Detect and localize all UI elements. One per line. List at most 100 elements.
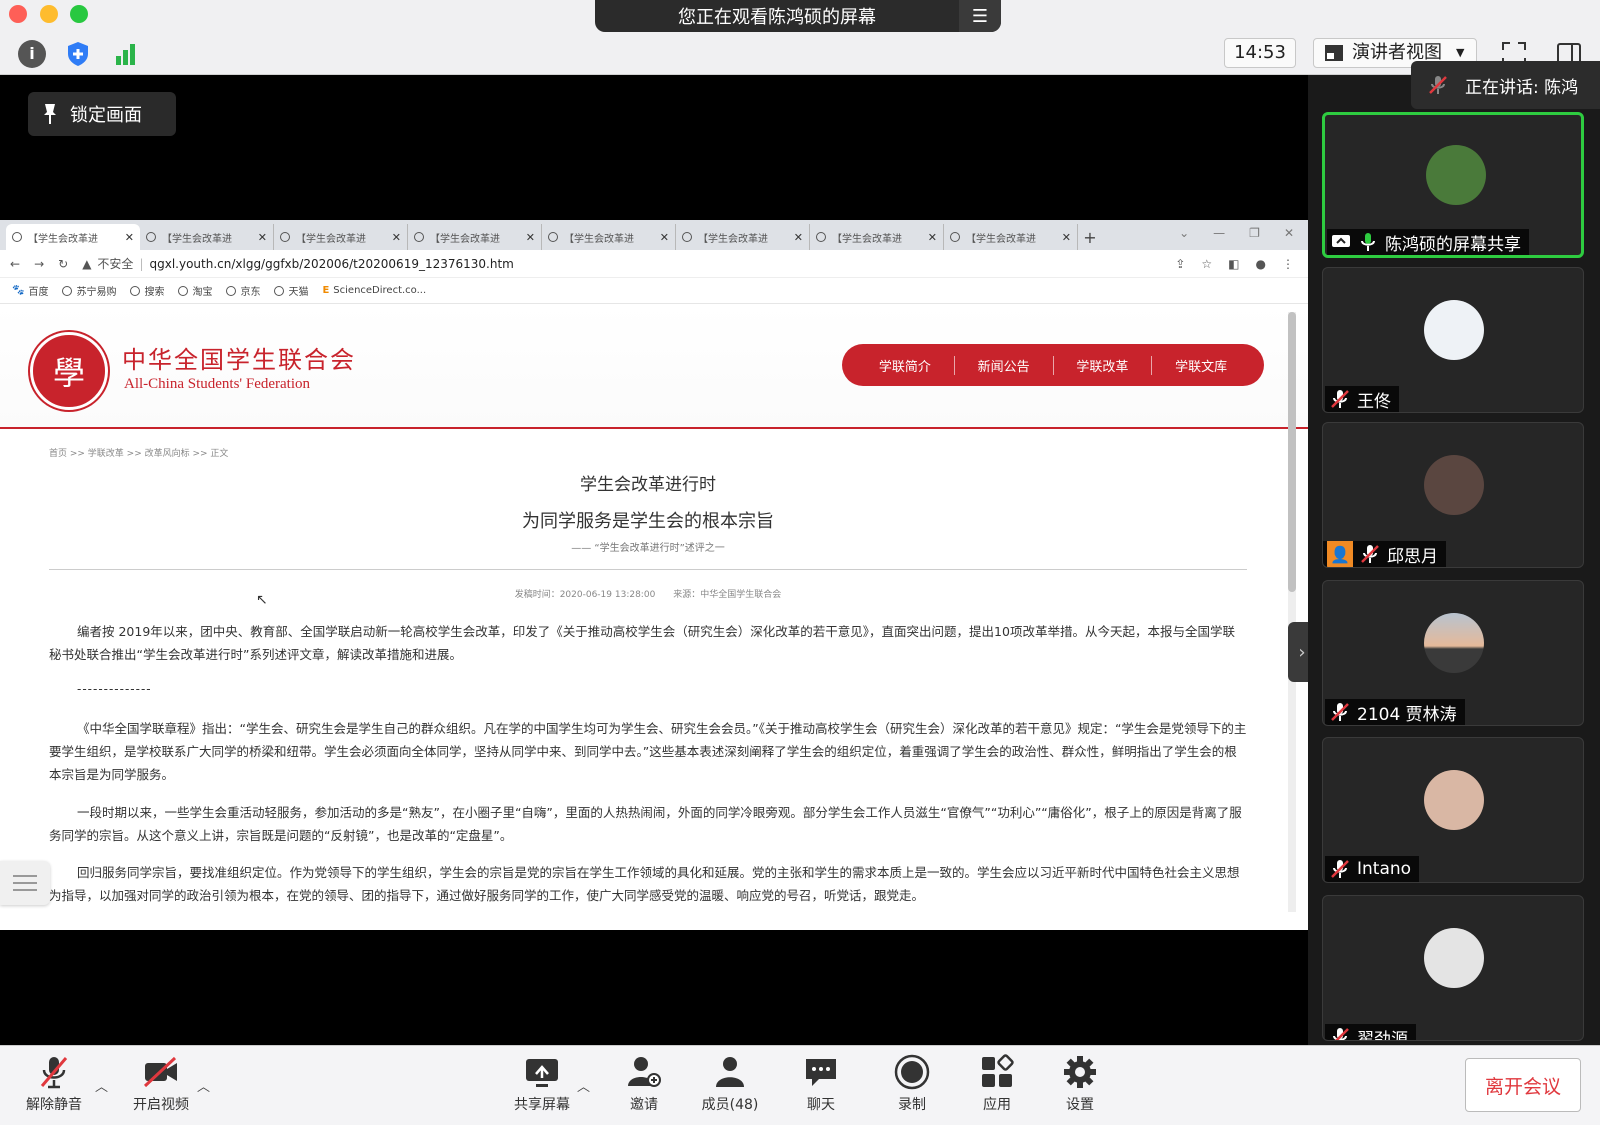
bookmark-item[interactable]: 🐾 百度 <box>12 283 48 298</box>
new-tab-icon[interactable]: + <box>1078 224 1102 250</box>
maximize-window-button[interactable] <box>70 5 88 23</box>
muted-microphone-icon <box>1333 1028 1349 1040</box>
muted-microphone-icon <box>1331 860 1349 878</box>
meeting-clock: 14:53 <box>1224 38 1296 68</box>
browser-tab[interactable]: 【学生会改革进 ✕ <box>408 224 542 250</box>
record-icon <box>894 1054 930 1090</box>
sidebar-icon[interactable]: ◧ <box>1228 257 1239 271</box>
info-icon[interactable]: i <box>18 40 46 68</box>
site-name-cn: 中华全国学生联合会 <box>122 346 356 374</box>
chat-button[interactable]: 聊天 <box>781 1054 861 1120</box>
bookmark-label: ScienceDirect.co... <box>333 285 427 296</box>
bookmarks-bar: 🐾 百度 苏宁易购 搜索 淘宝 京东 天猫 E ScienceDirect.co..… <box>0 278 1308 304</box>
participant-tile[interactable]: 王佟 <box>1322 267 1584 413</box>
audio-options-caret-icon[interactable]: ︿ <box>95 1076 108 1095</box>
browser-tab[interactable]: 【学生会改革进 ✕ <box>944 224 1078 250</box>
video-options-caret-icon[interactable]: ︿ <box>197 1076 210 1095</box>
nav-item-news[interactable]: 新闻公告 <box>955 355 1054 375</box>
close-tab-icon[interactable]: ✕ <box>1062 231 1071 244</box>
banner-menu-icon[interactable]: ☰ <box>959 0 1001 32</box>
globe-icon <box>12 232 22 242</box>
browser-restore-icon[interactable]: ❐ <box>1249 226 1260 240</box>
screen-share-icon <box>1332 235 1350 247</box>
collapse-gallery-handle[interactable]: › <box>1288 622 1308 682</box>
bookmark-label: 天猫 <box>288 287 309 298</box>
bookmark-star-icon[interactable]: ☆ <box>1201 257 1212 271</box>
breadcrumb[interactable]: 首页 >> 学联改革 >> 改革风向标 >> 正文 <box>49 446 228 459</box>
participant-tile[interactable]: 翟劲源 <box>1322 895 1584 1041</box>
close-tab-icon[interactable]: ✕ <box>125 231 134 244</box>
share-options-caret-icon[interactable]: ︿ <box>577 1076 590 1095</box>
browser-window-controls: ⌄ — ❐ ✕ <box>1179 226 1294 240</box>
close-tab-icon[interactable]: ✕ <box>258 231 267 244</box>
close-tab-icon[interactable]: ✕ <box>794 231 803 244</box>
participant-tile[interactable]: Intano <box>1322 737 1584 883</box>
leave-meeting-button[interactable]: 离开会议 <box>1465 1058 1581 1112</box>
browser-minimize-icon[interactable]: — <box>1213 226 1225 240</box>
globe-icon <box>280 232 290 242</box>
settings-label: 设置 <box>1066 1097 1094 1113</box>
federation-logo[interactable]: 學 <box>30 332 108 410</box>
share-screen-button[interactable]: 共享屏幕 <box>502 1054 582 1120</box>
lock-screen-button[interactable]: 锁定画面 <box>28 92 176 136</box>
profile-icon[interactable]: ● <box>1256 257 1266 271</box>
share-page-icon[interactable]: ⇪ <box>1175 257 1185 271</box>
bookmark-label: 京东 <box>240 287 261 298</box>
bookmark-label: 苏宁易购 <box>76 287 117 298</box>
nav-item-library[interactable]: 学联文库 <box>1152 356 1250 375</box>
close-window-button[interactable] <box>9 5 27 23</box>
start-video-button[interactable]: 开启视频 <box>121 1054 201 1120</box>
invite-button[interactable]: 邀请 <box>604 1054 684 1120</box>
globe-icon <box>816 232 826 242</box>
speaking-label: 正在讲话: 陈鸿 <box>1465 77 1579 98</box>
close-tab-icon[interactable]: ✕ <box>928 231 937 244</box>
browser-tab[interactable]: 【学生会改革进 ✕ <box>140 224 274 250</box>
minimize-window-button[interactable] <box>40 5 58 23</box>
unmute-button[interactable]: 解除静音 <box>14 1054 94 1120</box>
participant-tile[interactable]: 陈鸿硕的屏幕共享 <box>1322 112 1584 258</box>
members-button[interactable]: 成员(48) <box>690 1054 770 1120</box>
reload-icon[interactable]: ↻ <box>58 257 68 271</box>
bookmark-item[interactable]: 苏宁易购 <box>62 283 116 298</box>
page-scrollbar[interactable] <box>1288 312 1296 912</box>
outline-list-icon[interactable] <box>0 861 50 905</box>
back-icon[interactable]: ← <box>10 257 20 271</box>
chat-bubble-icon <box>803 1054 839 1090</box>
globe-icon <box>130 285 141 296</box>
browser-tab[interactable]: 【学生会改革进 ✕ <box>676 224 810 250</box>
forward-icon[interactable]: → <box>34 257 44 271</box>
address-field[interactable]: ▲ 不安全 | qgxl.youth.cn/xlgg/ggfxb/202006/… <box>82 255 514 272</box>
nav-item-reform[interactable]: 学联改革 <box>1054 355 1153 375</box>
browser-tab[interactable]: 【学生会改革进 ✕ <box>6 224 140 250</box>
settings-button[interactable]: 设置 <box>1040 1054 1120 1120</box>
more-menu-icon[interactable]: ⋮ <box>1282 257 1294 271</box>
shield-icon[interactable] <box>64 40 92 68</box>
bookmark-item[interactable]: 搜索 <box>130 283 164 298</box>
browser-tab[interactable]: 【学生会改革进 ✕ <box>274 224 408 250</box>
close-tab-icon[interactable]: ✕ <box>526 231 535 244</box>
scrollbar-thumb[interactable] <box>1288 312 1296 592</box>
host-badge-icon: 👤 <box>1327 541 1353 567</box>
globe-icon <box>950 232 960 242</box>
bookmark-item[interactable]: 淘宝 <box>178 283 212 298</box>
nav-item-intro[interactable]: 学联简介 <box>856 355 955 375</box>
shared-screen: 锁定画面 【学生会改革进 ✕ 【学生会改革进 ✕ 【学生会改革进 ✕ 【学生会改革进 ✕… <box>0 75 1308 1045</box>
browser-tab[interactable]: 【学生会改革进 ✕ <box>810 224 944 250</box>
browser-tab[interactable]: 【学生会改革进 ✕ <box>542 224 676 250</box>
signal-strength-icon[interactable] <box>112 40 140 68</box>
apps-button[interactable]: 应用 <box>957 1054 1037 1120</box>
record-button[interactable]: 录制 <box>872 1054 952 1120</box>
bookmark-item[interactable]: 天猫 <box>274 283 308 298</box>
close-tab-icon[interactable]: ✕ <box>392 231 401 244</box>
bookmark-item[interactable]: E ScienceDirect.co... <box>322 285 426 296</box>
participant-tile[interactable]: 2104 贾林涛 <box>1322 580 1584 726</box>
bookmark-item[interactable]: 京东 <box>226 283 260 298</box>
close-tab-icon[interactable]: ✕ <box>660 231 669 244</box>
browser-tab-strip: 【学生会改革进 ✕ 【学生会改革进 ✕ 【学生会改革进 ✕ 【学生会改革进 ✕ 【学生会… <box>0 220 1308 250</box>
web-page: 學 中华全国学生联合会 All-China Students' Federati… <box>0 304 1308 930</box>
participant-tile[interactable]: 👤 邱思月 <box>1322 422 1584 568</box>
tab-search-icon[interactable]: ⌄ <box>1179 226 1189 240</box>
browser-close-icon[interactable]: ✕ <box>1284 226 1294 240</box>
participant-name: Intano <box>1357 859 1412 879</box>
viewing-banner[interactable]: 您正在观看陈鸿硕的屏幕 ☰ <box>595 0 1001 32</box>
